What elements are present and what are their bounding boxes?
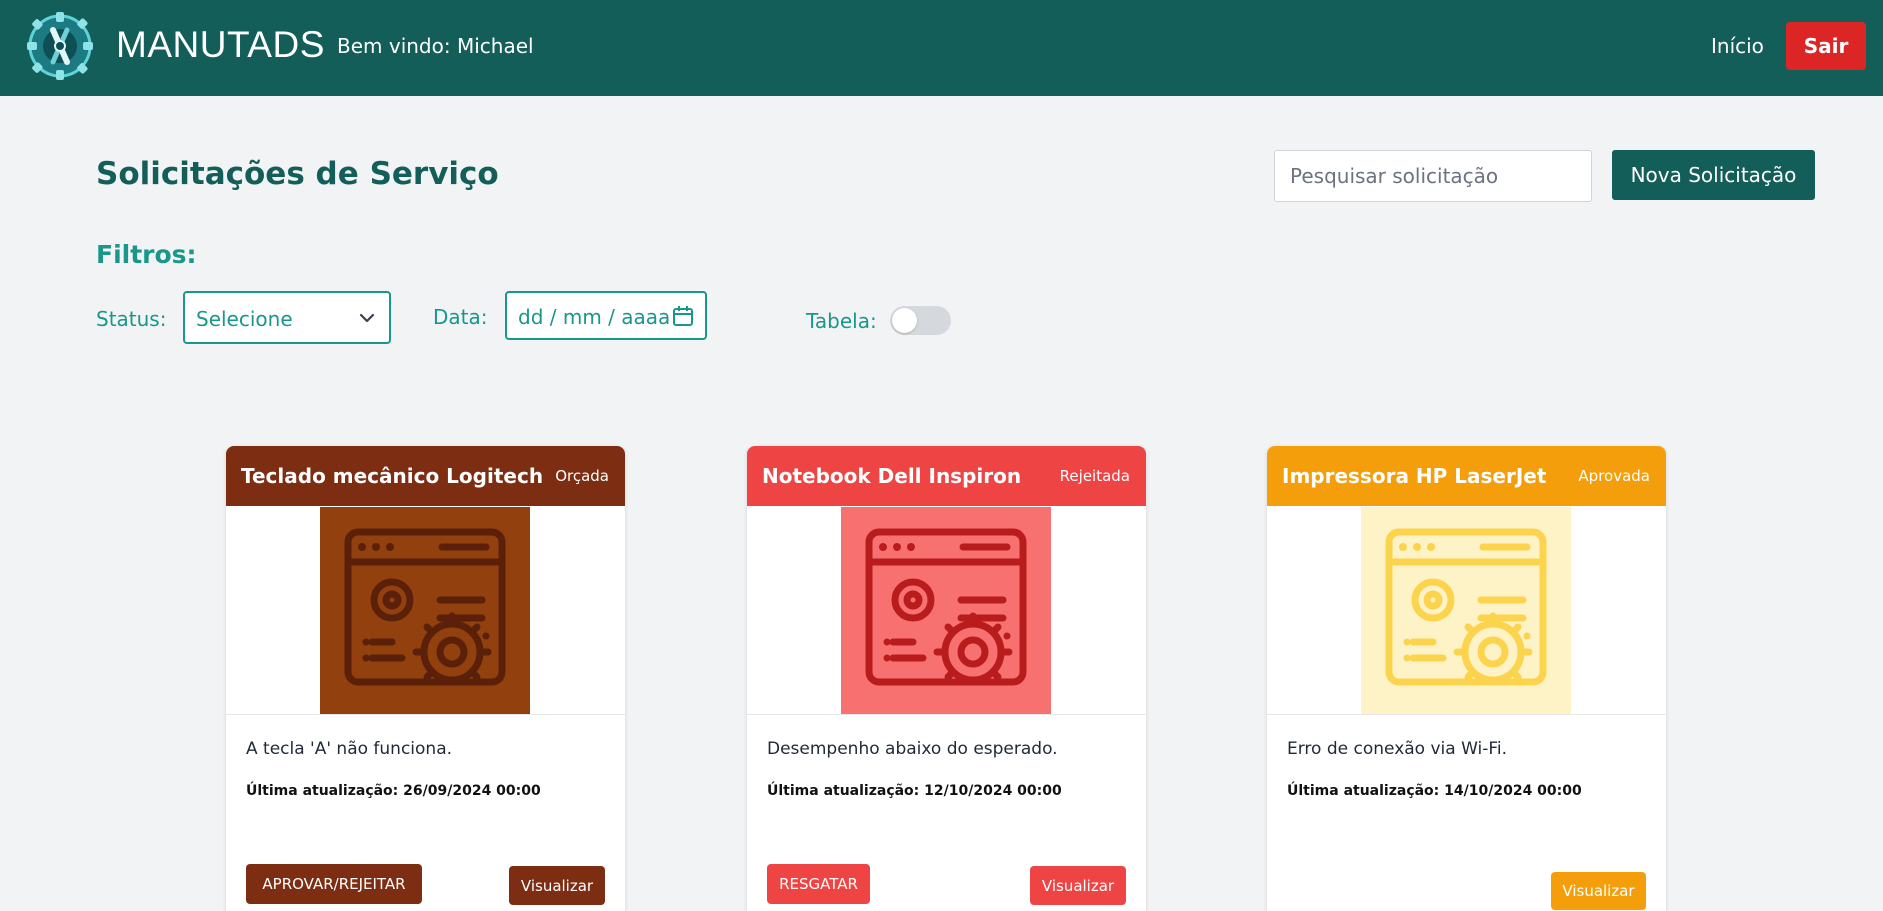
card-image <box>320 507 530 714</box>
view-button[interactable]: Visualizar <box>1551 872 1646 910</box>
status-label: Status: <box>96 307 167 331</box>
settings-window-icon <box>865 528 1027 685</box>
calendar-icon[interactable] <box>672 305 694 327</box>
card-status-badge: Orçada <box>555 467 609 485</box>
logo-gear-wrench-icon <box>27 12 93 80</box>
status-select-value: Selecione <box>196 307 293 331</box>
card-image <box>841 507 1051 714</box>
card-divider <box>1267 714 1666 715</box>
top-navbar: MANUTADS Bem vindo: Michael Início Sair <box>0 0 1883 96</box>
date-input[interactable]: dd / mm / aaaa <box>505 291 707 340</box>
brand-name[interactable]: MANUTADS <box>116 24 325 66</box>
view-button[interactable]: Visualizar <box>1030 866 1126 905</box>
card-header: Notebook Dell Inspiron Rejeitada <box>747 446 1146 506</box>
date-input-value: dd / mm / aaaa <box>518 305 671 329</box>
date-label: Data: <box>433 305 488 329</box>
search-input[interactable] <box>1274 150 1592 202</box>
card-description: Erro de conexão via Wi-Fi. <box>1287 739 1508 759</box>
chevron-down-icon <box>359 313 375 323</box>
request-card: Notebook Dell Inspiron Rejeitada Desempe… <box>747 446 1146 911</box>
toggle-knob <box>892 308 917 333</box>
card-header: Teclado mecânico Logitech Orçada <box>226 446 625 506</box>
settings-window-icon <box>1385 528 1547 685</box>
table-label: Tabela: <box>806 309 877 333</box>
filters-title: Filtros: <box>96 240 197 269</box>
card-last-updated: Última atualização: 12/10/2024 00:00 <box>767 783 1062 799</box>
settings-window-icon <box>344 528 506 685</box>
table-view-toggle[interactable] <box>890 306 951 335</box>
card-last-updated: Última atualização: 26/09/2024 00:00 <box>246 783 541 799</box>
card-status-badge: Rejeitada <box>1059 467 1130 485</box>
redeem-button[interactable]: RESGATAR <box>767 864 870 904</box>
card-description: A tecla 'A' não funciona. <box>246 739 453 759</box>
card-description: Desempenho abaixo do esperado. <box>767 739 1058 759</box>
status-select[interactable]: Selecione <box>183 291 391 344</box>
view-button[interactable]: Visualizar <box>509 866 605 905</box>
card-header: Impressora HP LaserJet Aprovada <box>1267 446 1666 506</box>
card-divider <box>747 714 1146 715</box>
card-image <box>1361 507 1571 714</box>
request-card: Impressora HP LaserJet Aprovada Erro de … <box>1267 446 1666 911</box>
nav-link-home[interactable]: Início <box>1711 34 1764 58</box>
logout-button[interactable]: Sair <box>1786 22 1866 70</box>
welcome-text: Bem vindo: Michael <box>337 34 534 58</box>
approve-reject-button[interactable]: APROVAR/REJEITAR <box>246 864 422 904</box>
request-card: Teclado mecânico Logitech Orçada A tecla… <box>226 446 625 911</box>
card-last-updated: Última atualização: 14/10/2024 00:00 <box>1287 783 1582 799</box>
card-title: Notebook Dell Inspiron <box>762 464 1022 488</box>
card-status-badge: Aprovada <box>1578 467 1650 485</box>
page-title: Solicitações de Serviço <box>96 156 499 192</box>
card-divider <box>226 714 625 715</box>
card-title: Impressora HP LaserJet <box>1282 464 1547 488</box>
card-title: Teclado mecânico Logitech <box>241 464 544 488</box>
new-request-button[interactable]: Nova Solicitação <box>1612 150 1815 200</box>
